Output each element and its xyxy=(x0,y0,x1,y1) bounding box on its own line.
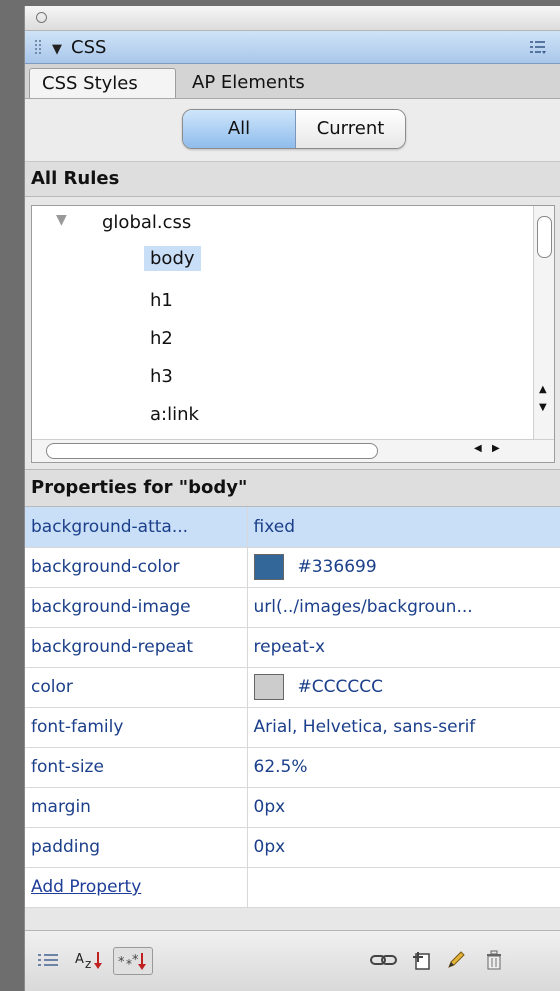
property-value[interactable]: Arial, Helvetica, sans-serif xyxy=(247,707,560,748)
panel-header[interactable]: ▼ CSS xyxy=(25,31,560,64)
property-value[interactable]: 0px xyxy=(247,827,560,868)
property-row[interactable]: margin 0px xyxy=(25,787,560,828)
property-value-cell[interactable]: #CCCCCC xyxy=(247,667,560,708)
panel-top-strip xyxy=(25,6,560,31)
stylesheet-node[interactable]: global.css xyxy=(102,212,191,233)
add-property-row: Add Property xyxy=(25,867,560,908)
bottom-toolbar: Az * * * xyxy=(25,930,560,991)
rule-item-h3[interactable]: h3 xyxy=(150,366,173,387)
property-value[interactable]: fixed xyxy=(247,507,560,548)
tab-ap-elements[interactable]: AP Elements xyxy=(180,68,317,98)
rules-horizontal-scrollbar[interactable]: ◀ ▶ xyxy=(32,439,554,462)
property-name[interactable]: font-size xyxy=(25,747,248,788)
horizontal-scroll-thumb[interactable] xyxy=(46,443,378,459)
mode-toggle-area: All Current xyxy=(25,99,560,162)
property-name[interactable]: font-family xyxy=(25,707,248,748)
color-swatch[interactable] xyxy=(253,554,284,580)
add-property-link[interactable]: Add Property xyxy=(31,877,141,897)
alphabetical-view-icon[interactable]: Az xyxy=(73,947,107,973)
panel-options-menu-icon[interactable] xyxy=(529,39,547,55)
rule-item-body[interactable]: body xyxy=(144,246,201,271)
scroll-up-arrow-icon[interactable]: ▲ xyxy=(539,384,547,395)
property-name[interactable]: padding xyxy=(25,827,248,868)
panel-grip-icon[interactable] xyxy=(34,39,42,55)
scroll-right-arrow-icon[interactable]: ▶ xyxy=(492,443,500,454)
set-properties-view-icon[interactable]: * * * xyxy=(113,947,153,975)
vertical-scroll-thumb[interactable] xyxy=(537,216,552,258)
rule-item-a-link[interactable]: a:link xyxy=(150,404,199,425)
property-row[interactable]: color #CCCCCC xyxy=(25,667,560,708)
css-panel-frame: ▼ CSS CSS Styles AP Elements All Current… xyxy=(24,6,560,991)
property-row[interactable]: background-color #336699 xyxy=(25,547,560,588)
color-swatch[interactable] xyxy=(253,674,284,700)
property-row[interactable]: font-size 62.5% xyxy=(25,747,560,788)
panel-title: CSS xyxy=(71,37,107,58)
property-row[interactable]: background-atta... fixed xyxy=(25,507,560,548)
svg-text:z: z xyxy=(85,957,91,971)
property-name[interactable]: background-image xyxy=(25,587,248,628)
svg-text:*: * xyxy=(118,955,125,970)
attach-stylesheet-icon[interactable] xyxy=(369,947,399,973)
mode-all-button[interactable]: All xyxy=(183,110,296,148)
all-rules-heading: All Rules xyxy=(25,162,560,197)
property-value: #CCCCCC xyxy=(297,677,383,697)
property-row[interactable]: font-family Arial, Helvetica, sans-serif xyxy=(25,707,560,748)
svg-text:A: A xyxy=(75,952,84,967)
property-value[interactable]: url(../images/backgroun... xyxy=(247,587,560,628)
property-value[interactable]: 62.5% xyxy=(247,747,560,788)
panel-collapse-circle-icon[interactable] xyxy=(36,12,47,23)
property-value: #336699 xyxy=(297,557,377,577)
properties-heading: Properties for "body" xyxy=(25,469,560,507)
disclosure-triangle-icon[interactable]: ▼ xyxy=(56,212,67,228)
category-view-icon[interactable] xyxy=(35,947,61,973)
property-value[interactable]: 0px xyxy=(247,787,560,828)
mode-current-button[interactable]: Current xyxy=(296,110,405,148)
property-name[interactable]: color xyxy=(25,667,248,708)
scroll-down-arrow-icon[interactable]: ▼ xyxy=(539,402,547,413)
tab-css-styles[interactable]: CSS Styles xyxy=(29,68,176,98)
scroll-left-arrow-icon[interactable]: ◀ xyxy=(474,443,482,454)
property-value-cell[interactable]: #336699 xyxy=(247,547,560,588)
rules-tree: ▼ global.css body h1 h2 h3 a:link ▲ ▼ ◀ … xyxy=(31,205,555,463)
property-name[interactable]: margin xyxy=(25,787,248,828)
delete-rule-icon[interactable] xyxy=(481,947,507,973)
rules-vertical-scrollbar[interactable]: ▲ ▼ xyxy=(533,206,554,462)
property-row[interactable]: background-image url(../images/backgroun… xyxy=(25,587,560,628)
property-name[interactable]: background-color xyxy=(25,547,248,588)
rule-item-h1[interactable]: h1 xyxy=(150,290,173,311)
property-row[interactable]: background-repeat repeat-x xyxy=(25,627,560,668)
panel-tabs: CSS Styles AP Elements xyxy=(25,64,560,99)
svg-text:*: * xyxy=(132,953,139,968)
property-name[interactable]: background-repeat xyxy=(25,627,248,668)
mode-segmented-control: All Current xyxy=(182,109,406,149)
properties-table: background-atta... fixed background-colo… xyxy=(25,507,560,908)
property-row[interactable]: padding 0px xyxy=(25,827,560,868)
new-css-rule-icon[interactable] xyxy=(409,947,435,973)
property-value[interactable]: repeat-x xyxy=(247,627,560,668)
edit-rule-icon[interactable] xyxy=(443,947,469,973)
rule-item-h2[interactable]: h2 xyxy=(150,328,173,349)
property-name[interactable]: background-atta... xyxy=(25,507,248,548)
expand-triangle-icon[interactable]: ▼ xyxy=(52,42,62,57)
